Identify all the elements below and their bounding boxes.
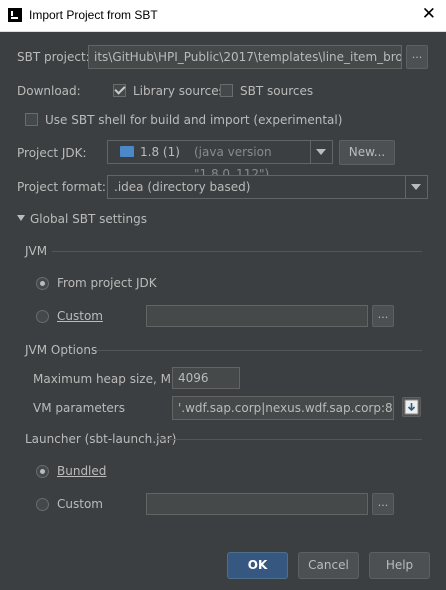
heap-size-label: Maximum heap size, MB — [33, 372, 180, 386]
launcher-custom-path-field[interactable] — [146, 493, 368, 515]
sbt-shell-label: Use SBT shell for build and import (expe… — [45, 113, 343, 127]
title-bar: Import Project from SBT ✕ — [0, 0, 446, 32]
vm-parameters-label: VM parameters — [33, 401, 125, 415]
expand-editor-svg — [404, 399, 419, 415]
sbt-project-browse-button[interactable]: ... — [406, 45, 428, 69]
launcher-divider — [155, 439, 422, 440]
intellij-app-icon — [8, 8, 22, 22]
library-sources-label: Library sources — [133, 84, 225, 98]
jvm-divider — [52, 251, 422, 252]
new-jdk-button[interactable]: New... — [339, 140, 395, 165]
sbt-shell-checkbox[interactable] — [25, 113, 38, 126]
jdk-value: 1.8 (1) — [140, 145, 180, 159]
sbt-sources-checkbox[interactable] — [220, 84, 233, 97]
ok-button[interactable]: OK — [227, 552, 288, 579]
chevron-down-icon[interactable] — [405, 176, 427, 198]
sbt-project-path-field[interactable]: its\GitHub\HPI_Public\2017\templates\lin… — [88, 45, 402, 69]
jvm-custom-browse-button[interactable]: ... — [372, 305, 394, 327]
jvm-from-jdk-label: From project JDK — [57, 276, 157, 290]
download-label: Download: — [17, 84, 81, 98]
project-jdk-combo[interactable]: 1.8 (1) (java version "1.8.0_112") — [107, 140, 333, 181]
chevron-down-icon[interactable] — [310, 141, 332, 163]
help-button[interactable]: Help — [369, 552, 430, 579]
launcher-custom-radio[interactable] — [36, 498, 49, 511]
jvm-options-section-title: JVM Options — [25, 343, 98, 357]
global-sbt-settings-toggle[interactable]: Global SBT settings — [30, 212, 147, 226]
library-sources-checkbox[interactable] — [113, 84, 126, 97]
jvm-options-divider — [96, 350, 422, 351]
sbt-project-label: SBT project: — [17, 50, 90, 64]
import-sbt-dialog: Import Project from SBT ✕ SBT project: i… — [0, 0, 446, 590]
jvm-section-title: JVM — [25, 244, 48, 258]
launcher-bundled-radio[interactable] — [36, 465, 49, 478]
cancel-button[interactable]: Cancel — [298, 552, 359, 579]
dialog-title: Import Project from SBT — [29, 8, 158, 22]
launcher-section-title: Launcher (sbt-launch.jar) — [25, 432, 177, 446]
launcher-bundled-label: Bundled — [57, 464, 107, 478]
vm-parameters-field[interactable]: '.wdf.sap.corp|nexus.wdf.sap.corp:8081" — [172, 396, 394, 420]
project-format-value: .idea (directory based) — [114, 180, 251, 194]
jvm-custom-radio[interactable] — [36, 310, 49, 323]
jdk-folder-icon — [120, 146, 134, 157]
launcher-custom-label: Custom — [57, 497, 103, 511]
jvm-custom-path-field[interactable] — [146, 305, 368, 327]
project-format-combo[interactable]: .idea (directory based) — [107, 175, 428, 199]
sbt-sources-label: SBT sources — [240, 84, 314, 98]
jvm-custom-label: Custom — [57, 309, 103, 323]
project-jdk-label: Project JDK: — [17, 146, 87, 160]
launcher-custom-browse-button[interactable]: ... — [372, 493, 394, 515]
heap-size-field[interactable]: 4096 — [172, 367, 240, 389]
jvm-from-jdk-radio[interactable] — [36, 277, 49, 290]
close-icon[interactable]: ✕ — [422, 4, 436, 24]
project-format-label: Project format: — [17, 180, 106, 194]
expand-editor-icon[interactable] — [402, 397, 421, 417]
expand-triangle-icon[interactable] — [17, 215, 25, 221]
